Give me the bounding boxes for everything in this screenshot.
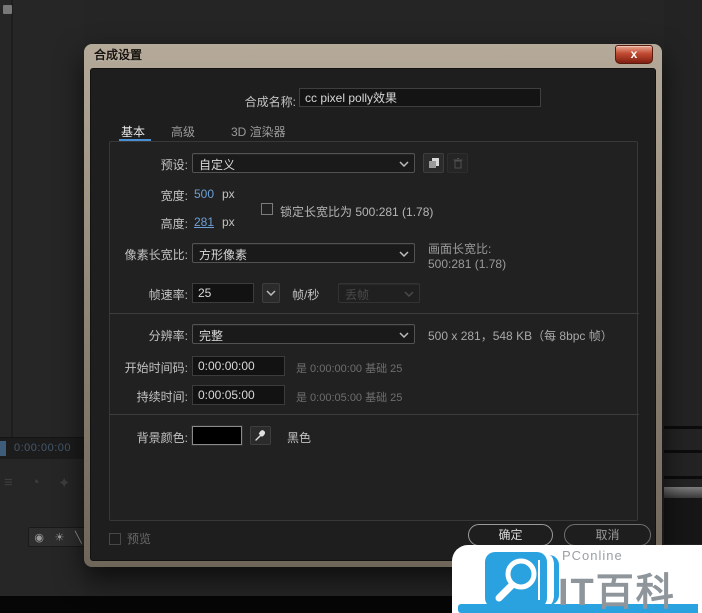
- preset-label: 预设:: [160, 158, 188, 172]
- preview-checkbox[interactable]: [109, 532, 121, 545]
- frame-rate-input[interactable]: [192, 283, 254, 303]
- timeline-timecode-panel: 0:00:00:00: [0, 437, 84, 459]
- chevron-down-icon: [266, 290, 276, 296]
- eyedropper-button[interactable]: [250, 426, 271, 445]
- lock-aspect-label: 锁定长宽比为 500:281 (1.78): [280, 205, 434, 219]
- resolution-label: 分辨率:: [148, 329, 188, 343]
- slash-icon[interactable]: ╲: [75, 531, 82, 544]
- chevron-down-icon: [404, 291, 414, 297]
- drop-frame-value: 丢帧: [345, 288, 370, 302]
- lock-aspect-checkbox[interactable]: [261, 203, 273, 215]
- scrollbar-thumb[interactable]: [664, 487, 702, 498]
- camera-icon[interactable]: ✦: [58, 474, 71, 492]
- row-divider: [664, 450, 702, 453]
- trash-icon: [453, 158, 462, 169]
- magnifier-icon: [495, 558, 540, 602]
- close-button[interactable]: x: [615, 45, 653, 64]
- preview-label: 预览: [127, 532, 152, 546]
- drop-frame-select: 丢帧: [338, 283, 420, 303]
- chevron-down-icon: [399, 332, 409, 338]
- motion-blur-icon[interactable]: ◔: [31, 474, 40, 492]
- ok-button[interactable]: 确定: [468, 524, 553, 546]
- pixel-aspect-label: 像素长宽比:: [124, 248, 188, 262]
- row-divider: [664, 476, 702, 479]
- width-value[interactable]: 500: [194, 187, 214, 201]
- row-divider: [664, 426, 702, 429]
- resolution-value: 完整: [199, 329, 224, 343]
- pixel-aspect-select[interactable]: 方形像素: [192, 243, 415, 263]
- timeline-mini-toolbar: ◉ ☀ ╲: [28, 527, 88, 547]
- delete-preset-button[interactable]: [447, 153, 468, 173]
- duration-info: 是 0:00:05:00 基础 25: [296, 392, 403, 404]
- timecode-marker: [0, 441, 6, 456]
- composition-name-input[interactable]: [299, 88, 541, 107]
- background-color-swatch[interactable]: [191, 425, 243, 446]
- timeline-timecode[interactable]: 0:00:00:00: [14, 442, 71, 454]
- timeline-switch-icons: ≡ ◔ ✦: [4, 474, 84, 492]
- preset-value: 自定义: [199, 158, 236, 172]
- panel-row: [664, 498, 702, 544]
- background-color-label: 背景颜色:: [136, 431, 188, 445]
- height-unit: px: [222, 215, 235, 229]
- frame-rate-dropdown-button[interactable]: [262, 283, 280, 303]
- section-divider: [110, 313, 639, 314]
- chevron-down-icon: [399, 161, 409, 167]
- tab-advanced[interactable]: 高级: [171, 123, 195, 140]
- pixel-aspect-value: 方形像素: [199, 248, 248, 262]
- composition-settings-dialog: 合成设置 x 合成名称: 基本 高级 3D 渲染器 预设: 自定义: [84, 44, 662, 567]
- resolution-info: 500 x 281，548 KB（每 8bpc 帧）: [428, 329, 613, 343]
- height-label: 高度:: [160, 217, 188, 231]
- start-timecode-info: 是 0:00:00:00 基础 25: [296, 363, 403, 375]
- watermark: PConline IT百科: [452, 545, 702, 613]
- graph-editor-icon[interactable]: ≡: [4, 474, 13, 492]
- frame-rate-unit: 帧/秒: [292, 288, 320, 302]
- width-unit: px: [222, 187, 235, 201]
- chevron-down-icon: [399, 251, 409, 257]
- preset-select[interactable]: 自定义: [192, 153, 415, 173]
- start-timecode-input[interactable]: [192, 356, 285, 376]
- preset-save-icon: [428, 158, 439, 168]
- height-value[interactable]: 281: [194, 215, 214, 229]
- cancel-button[interactable]: 取消: [564, 524, 651, 546]
- duration-input[interactable]: [192, 385, 285, 405]
- frame-aspect-label: 画面长宽比:: [428, 242, 492, 256]
- dialog-titlebar[interactable]: 合成设置: [84, 44, 662, 68]
- frame-rate-label: 帧速率:: [148, 288, 188, 302]
- start-timecode-label: 开始时间码:: [124, 361, 188, 375]
- frame-aspect-value: 500:281 (1.78): [428, 257, 507, 271]
- eyedropper-icon: [255, 430, 266, 441]
- sun-icon[interactable]: ☀: [55, 531, 65, 544]
- app-window: 0:00:00:00 ≡ ◔ ✦ ◉ ☀ ╲ 合成设置 x 合成名称: 基本 高…: [0, 0, 702, 613]
- save-preset-button[interactable]: [423, 153, 444, 173]
- magnifier-book-icon: [485, 552, 547, 608]
- width-label: 宽度:: [160, 189, 188, 203]
- background-color-name: 黑色: [287, 431, 312, 445]
- composition-name-label: 合成名称:: [244, 95, 296, 109]
- basic-tab-panel: 预设: 自定义 宽度: 500 px 高度: 281 px 锁定长宽比为 500…: [109, 141, 639, 521]
- preview-toggle[interactable]: 预览: [109, 530, 151, 547]
- tab-basic[interactable]: 基本: [121, 123, 145, 140]
- resolution-select[interactable]: 完整: [192, 324, 415, 344]
- target-icon[interactable]: ◉: [34, 531, 44, 544]
- panel-divider: [11, 0, 13, 437]
- tab-3d-renderer[interactable]: 3D 渲染器: [231, 123, 286, 140]
- app-corner-icon: [3, 5, 12, 14]
- watermark-title: IT百科: [558, 572, 676, 613]
- dialog-body: 合成名称: 基本 高级 3D 渲染器 预设: 自定义: [90, 68, 656, 561]
- right-panel-background: [664, 0, 702, 596]
- section-divider: [110, 414, 639, 415]
- duration-label: 持续时间:: [136, 390, 188, 404]
- dialog-title: 合成设置: [94, 48, 143, 62]
